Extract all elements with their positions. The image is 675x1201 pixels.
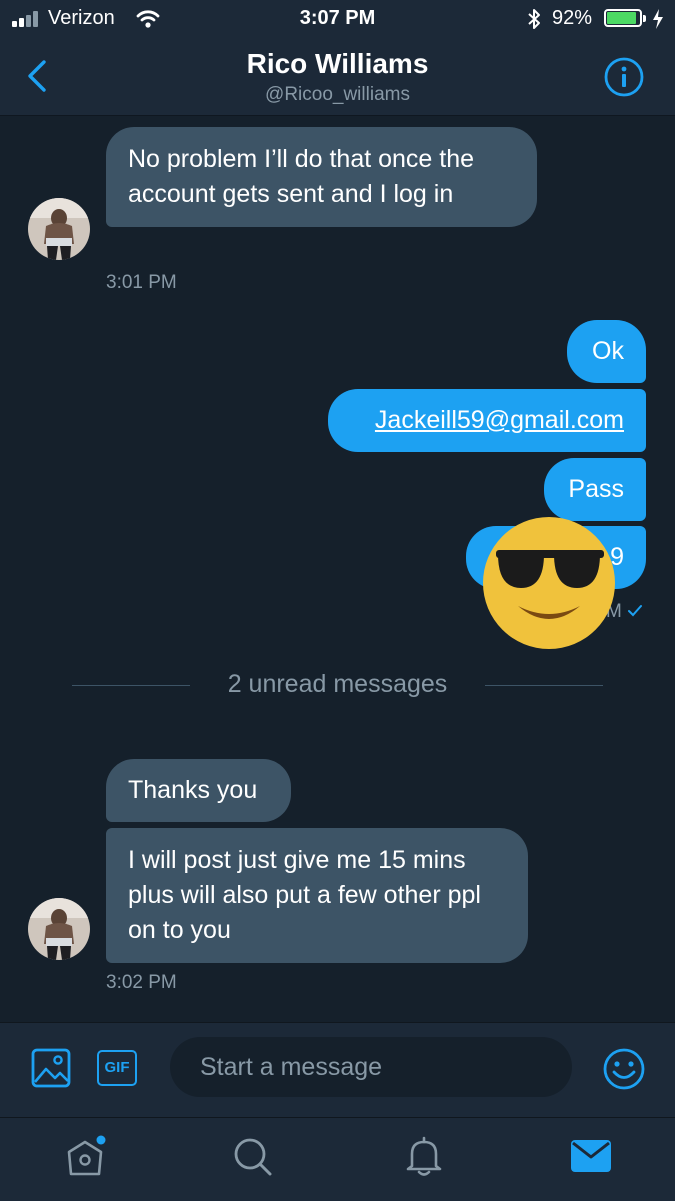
tab-messages[interactable] <box>570 1138 612 1174</box>
sunglasses-emoji-icon <box>482 516 616 650</box>
tab-search[interactable] <box>232 1136 274 1178</box>
add-gif-button[interactable]: GIF <box>97 1050 137 1086</box>
message-text: No problem I’ll do that once the account… <box>128 145 475 208</box>
bell-icon <box>406 1136 442 1176</box>
emoji-button[interactable] <box>602 1047 646 1091</box>
tab-home[interactable] <box>64 1134 110 1180</box>
message-text: Ok <box>592 337 624 365</box>
gif-icon: GIF <box>104 1059 130 1076</box>
message-text: Thanks you <box>128 776 258 804</box>
sent-check-icon <box>627 604 643 623</box>
add-image-button[interactable] <box>30 1047 72 1089</box>
message-bubble-outgoing[interactable]: Jackeill59@gmail.com <box>328 389 646 452</box>
conversation-title: Rico Williams <box>246 48 429 79</box>
image-icon <box>31 1048 71 1088</box>
tab-notifications[interactable] <box>404 1136 444 1178</box>
bluetooth-icon <box>527 8 541 35</box>
message-timestamp: 3:02 PM <box>106 972 177 993</box>
charging-bolt-icon <box>652 9 664 34</box>
info-button[interactable] <box>603 56 645 98</box>
battery-icon <box>604 9 648 29</box>
message-bubble-incoming[interactable]: Thanks you <box>106 759 291 822</box>
message-text: I will post just give me 15 mins plus wi… <box>128 846 481 944</box>
conversation-header: Rico Williams @Ricoo_williams <box>0 38 675 116</box>
message-input[interactable] <box>170 1037 572 1097</box>
info-icon <box>604 57 644 97</box>
avatar[interactable] <box>28 198 90 260</box>
message-text: Pass <box>568 475 624 503</box>
battery-percent: 92% <box>552 7 593 29</box>
bottom-tab-bar <box>0 1117 675 1201</box>
message-bubble-incoming[interactable]: No problem I’ll do that once the account… <box>106 127 537 227</box>
home-icon <box>67 1135 106 1176</box>
email-link[interactable]: Jackeill59@gmail.com <box>375 406 624 434</box>
avatar[interactable] <box>28 898 90 960</box>
conversation-handle: @Ricoo_williams <box>265 84 410 105</box>
unread-divider: 2 unread messages <box>0 666 675 706</box>
emoji-icon <box>603 1048 645 1090</box>
message-bubble-outgoing[interactable]: Pass <box>544 458 646 521</box>
status-bar: Verizon 3:07 PM 92% <box>0 0 675 38</box>
message-timestamp: 3:01 PM <box>106 272 177 293</box>
message-bubble-incoming[interactable]: I will post just give me 15 mins plus wi… <box>106 828 528 963</box>
mail-icon <box>571 1140 611 1172</box>
search-icon <box>234 1138 272 1176</box>
message-composer: GIF <box>0 1022 675 1118</box>
message-bubble-outgoing[interactable]: Ok <box>567 320 646 383</box>
